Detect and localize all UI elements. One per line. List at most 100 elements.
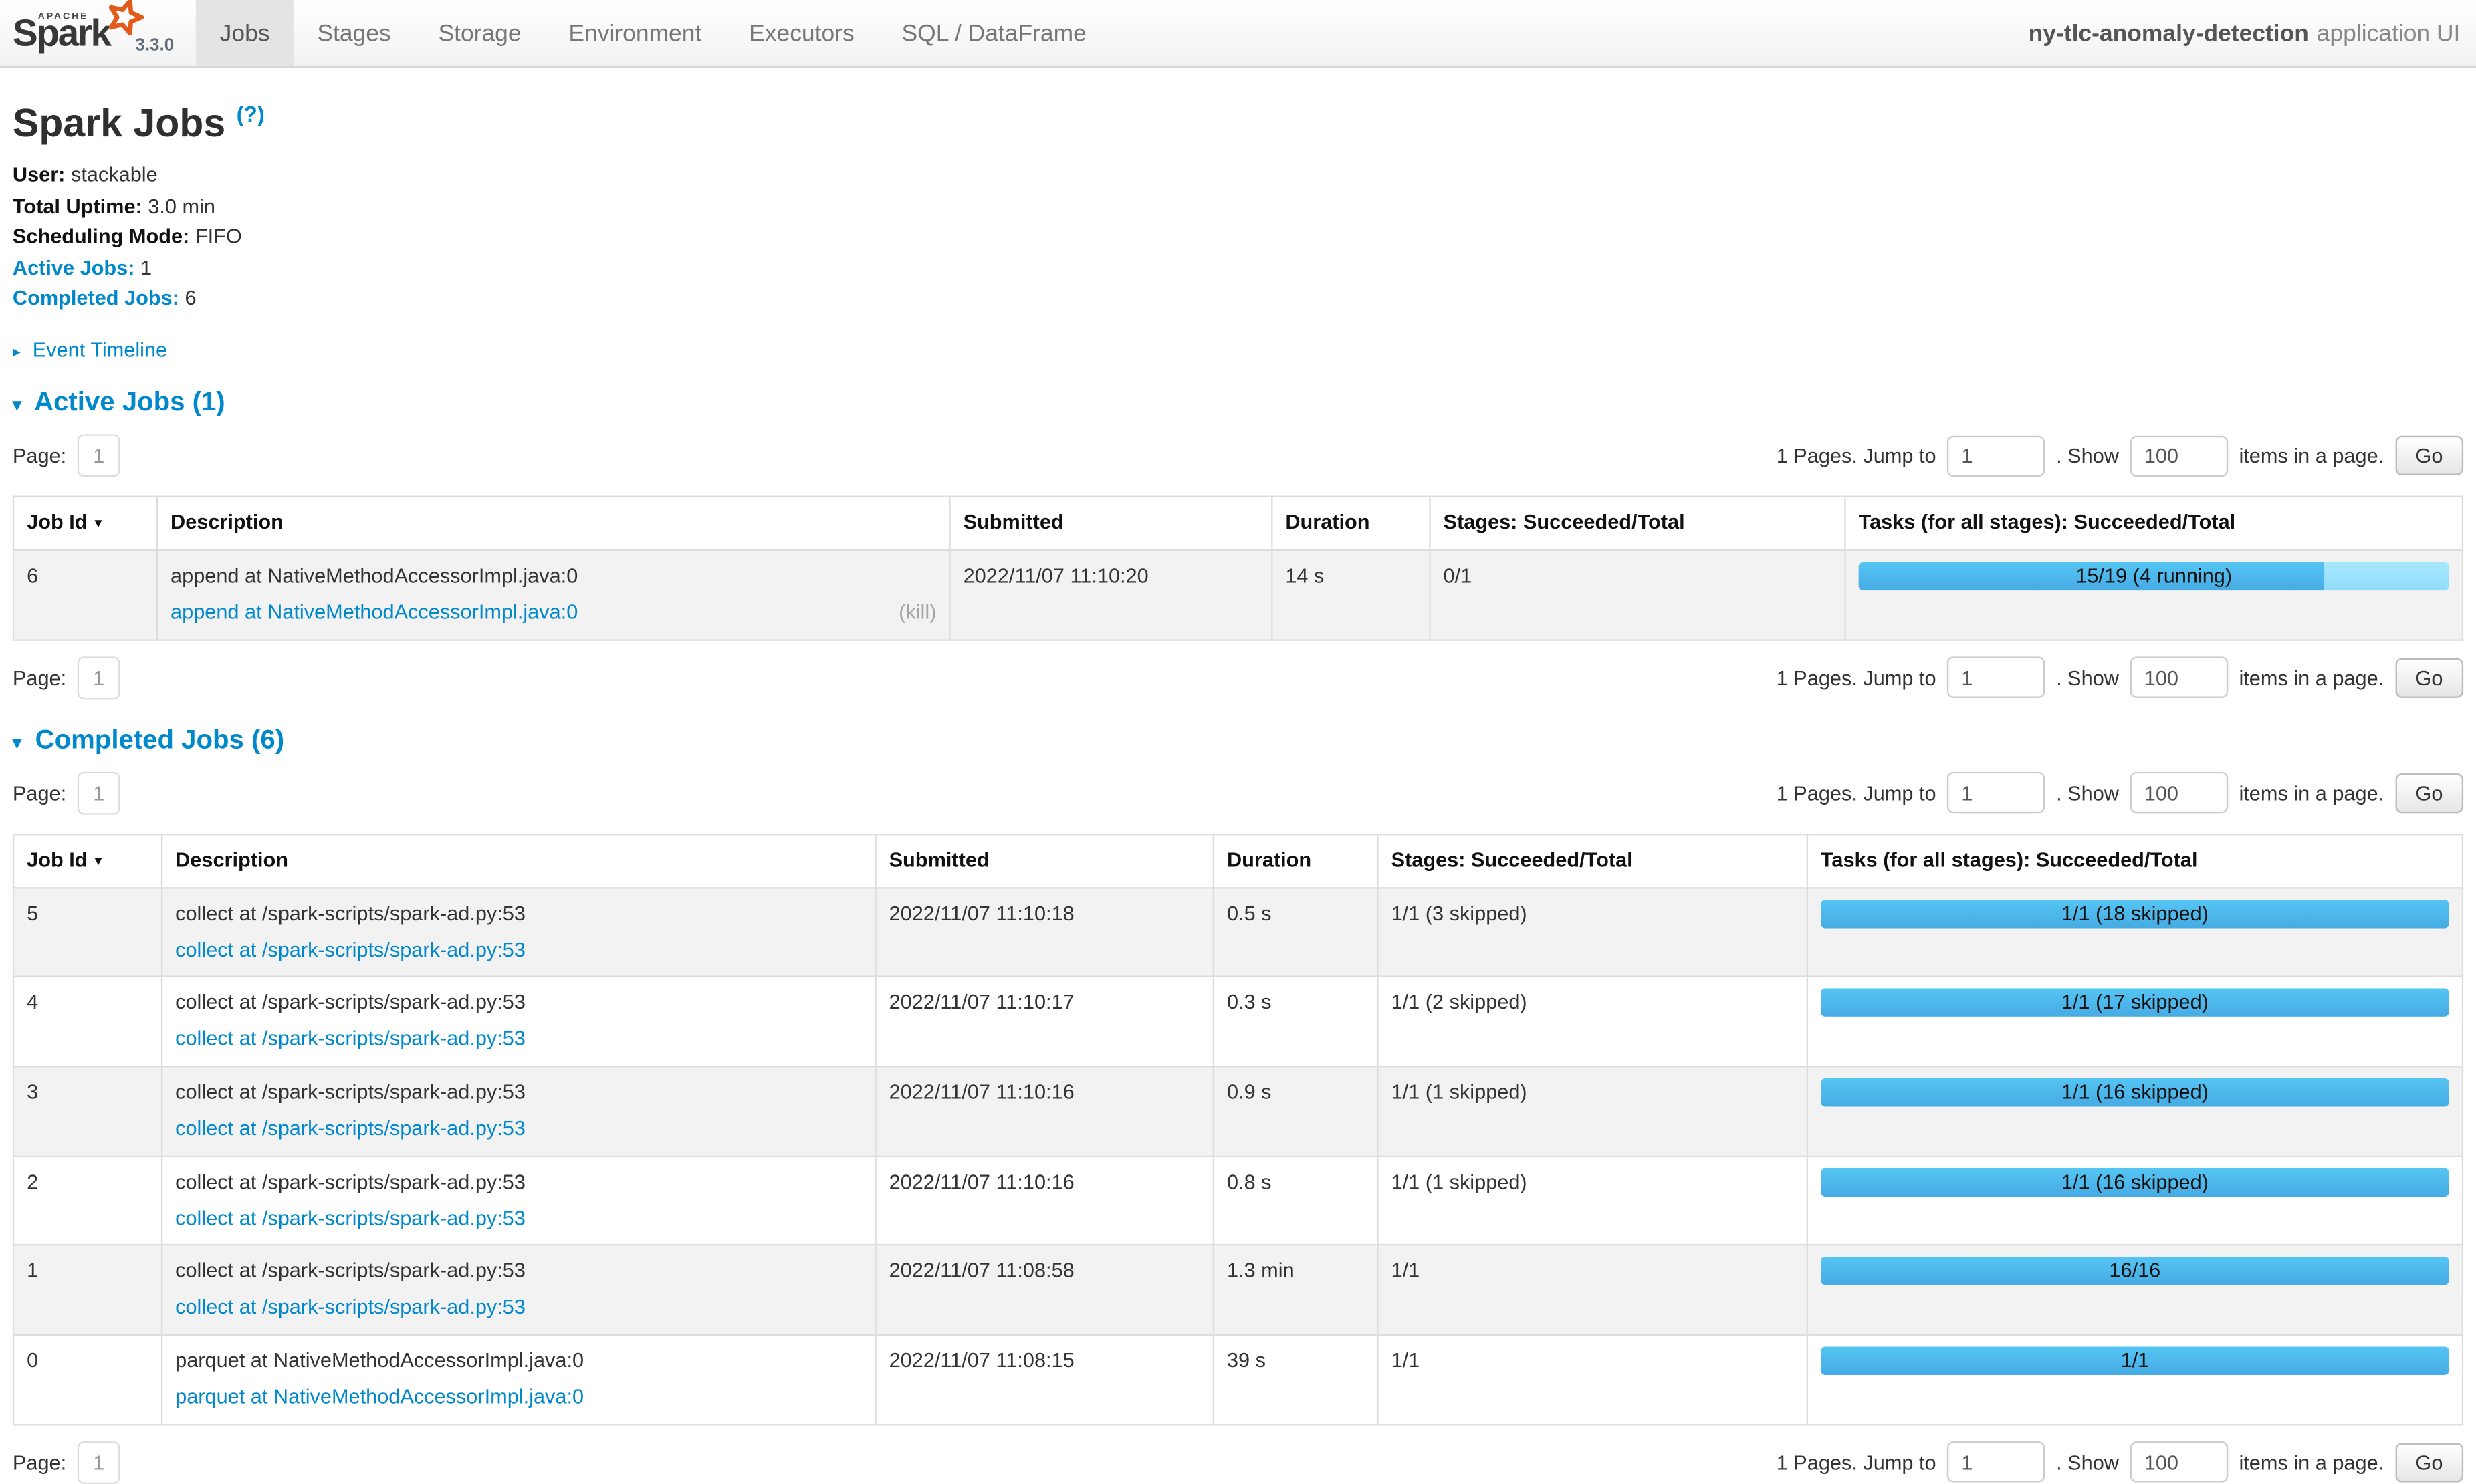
page-label: Page: (13, 444, 66, 467)
page-label: Page: (13, 781, 66, 805)
job-detail-link[interactable]: collect at /spark-scripts/spark-ad.py:53 (175, 1114, 526, 1144)
event-timeline-toggle[interactable]: ▸ Event Timeline (13, 338, 2463, 362)
page-title: Spark Jobs (?) (13, 93, 2463, 147)
description-cell: collect at /spark-scripts/spark-ad.py:53… (162, 1156, 875, 1245)
col-header-stages[interactable]: Stages: Succeeded/Total (1377, 834, 1807, 888)
items-per-page-input[interactable] (2130, 773, 2228, 814)
progress-label: 1/1 (1821, 1347, 2449, 1376)
job-detail-link[interactable]: collect at /spark-scripts/spark-ad.py:53 (175, 935, 526, 965)
page-label: Page: (13, 666, 66, 689)
description-text: append at NativeMethodAccessorImpl.java:… (171, 562, 936, 592)
job-detail-link[interactable]: parquet at NativeMethodAccessorImpl.java… (175, 1383, 584, 1413)
col-header-job-id[interactable]: Job Id▼ (13, 834, 162, 888)
current-page-button[interactable]: 1 (78, 771, 120, 814)
spark-brand: APACHE Spark 3.3.0 (0, 0, 196, 66)
job-detail-link[interactable]: append at NativeMethodAccessorImpl.java:… (171, 598, 578, 628)
active-jobs-pager-bottom: Page: 1 1 Pages. Jump to . Show items in… (13, 656, 2463, 699)
show-text: . Show (2056, 666, 2119, 689)
col-header-description[interactable]: Description (162, 834, 875, 888)
col-header-submitted[interactable]: Submitted (950, 497, 1272, 550)
job-detail-link[interactable]: collect at /spark-scripts/spark-ad.py:53 (175, 1025, 526, 1055)
summary-uptime: Total Uptime: 3.0 min (13, 194, 2463, 217)
description-cell: append at NativeMethodAccessorImpl.java:… (157, 550, 950, 640)
duration-cell: 0.3 s (1214, 977, 1378, 1067)
col-header-job-id[interactable]: Job Id▼ (13, 497, 157, 550)
table-row: 3 collect at /spark-scripts/spark-ad.py:… (13, 1066, 2463, 1156)
tasks-progress-bar: 1/1 (16 skipped) (1821, 1078, 2449, 1107)
items-per-page-input[interactable] (2130, 1442, 2228, 1483)
go-button[interactable]: Go (2395, 437, 2463, 476)
summary-active-jobs: Active Jobs: 1 (13, 255, 2463, 279)
completed-jobs-table: Job Id▼ Description Submitted Duration S… (13, 834, 2463, 1426)
col-header-duration[interactable]: Duration (1214, 834, 1378, 888)
spark-logo: APACHE Spark (13, 1, 136, 66)
job-detail-link[interactable]: collect at /spark-scripts/spark-ad.py:53 (175, 1204, 526, 1234)
summary-user: User: stackable (13, 163, 2463, 187)
description-cell: collect at /spark-scripts/spark-ad.py:53… (162, 888, 875, 977)
go-button[interactable]: Go (2395, 1443, 2463, 1482)
tab-storage[interactable]: Storage (415, 0, 545, 66)
col-header-submitted[interactable]: Submitted (876, 834, 1214, 888)
completed-jobs-pager-bottom: Page: 1 1 Pages. Jump to . Show items in… (13, 1441, 2463, 1484)
col-header-description[interactable]: Description (157, 497, 950, 550)
col-header-duration[interactable]: Duration (1272, 497, 1430, 550)
items-per-page-input[interactable] (2130, 435, 2228, 476)
progress-label: 1/1 (18 skipped) (1821, 899, 2449, 928)
completed-jobs-heading[interactable]: ▾ Completed Jobs (6) (13, 725, 2463, 756)
tasks-cell: 1/1 (18 skipped) (1807, 888, 2463, 977)
current-page-button[interactable]: 1 (78, 1441, 120, 1484)
pages-text: 1 Pages. Jump to (1777, 666, 1936, 689)
go-button[interactable]: Go (2395, 773, 2463, 813)
description-text: collect at /spark-scripts/spark-ad.py:53 (175, 1078, 862, 1108)
job-detail-link[interactable]: collect at /spark-scripts/spark-ad.py:53 (175, 1293, 526, 1324)
stages-cell: 1/1 (2 skipped) (1377, 977, 1807, 1067)
current-page-button[interactable]: 1 (78, 656, 120, 699)
tab-sql-dataframe[interactable]: SQL / DataFrame (878, 0, 1110, 66)
tab-executors[interactable]: Executors (725, 0, 878, 66)
nav-tabs: Jobs Stages Storage Environment Executor… (196, 0, 1110, 66)
show-text: . Show (2056, 444, 2119, 467)
items-per-page-input[interactable] (2130, 657, 2228, 698)
spark-star-icon (104, 0, 144, 38)
tab-jobs[interactable]: Jobs (196, 0, 294, 66)
spark-ui-jobs-page: APACHE Spark 3.3.0 Jobs Stages Storage E… (0, 0, 2476, 1296)
submitted-cell: 2022/11/07 11:10:20 (950, 550, 1272, 640)
active-jobs-link[interactable]: Active Jobs: (13, 255, 135, 279)
job-id-cell: 4 (13, 977, 162, 1067)
table-row: 5 collect at /spark-scripts/spark-ad.py:… (13, 888, 2463, 977)
completed-jobs-link[interactable]: Completed Jobs: (13, 286, 179, 310)
pages-text: 1 Pages. Jump to (1777, 1451, 1936, 1474)
pages-text: 1 Pages. Jump to (1777, 781, 1936, 805)
jump-to-page-input[interactable] (1947, 435, 2045, 476)
submitted-cell: 2022/11/07 11:10:16 (876, 1066, 1214, 1156)
tasks-progress-bar: 1/1 (18 skipped) (1821, 899, 2449, 928)
jump-to-page-input[interactable] (1947, 657, 2045, 698)
tasks-progress-bar: 15/19 (4 running) (1859, 562, 2449, 591)
current-page-button[interactable]: 1 (78, 435, 120, 477)
help-link[interactable]: (?) (237, 101, 265, 126)
col-header-tasks[interactable]: Tasks (for all stages): Succeeded/Total (1845, 497, 2463, 550)
tasks-progress-bar: 1/1 (17 skipped) (1821, 989, 2449, 1017)
summary-scheduling-mode: Scheduling Mode: FIFO (13, 225, 2463, 248)
jump-to-page-input[interactable] (1947, 1442, 2045, 1483)
tasks-progress-bar: 1/1 (1821, 1347, 2449, 1376)
active-jobs-heading[interactable]: ▾ Active Jobs (1) (13, 387, 2463, 418)
duration-cell: 1.3 min (1214, 1245, 1378, 1335)
tab-environment[interactable]: Environment (545, 0, 725, 66)
items-text: items in a page. (2239, 444, 2384, 467)
tasks-cell: 16/16 (1807, 1245, 2463, 1335)
go-button[interactable]: Go (2395, 658, 2463, 697)
col-header-stages[interactable]: Stages: Succeeded/Total (1430, 497, 1845, 550)
jump-to-page-input[interactable] (1947, 773, 2045, 814)
application-title: ny-tlc-anomaly-detection application UI (2029, 0, 2476, 66)
description-text: collect at /spark-scripts/spark-ad.py:53 (175, 989, 862, 1019)
tab-stages[interactable]: Stages (294, 0, 415, 66)
job-id-cell: 5 (13, 888, 162, 977)
stages-cell: 1/1 (1377, 1335, 1807, 1425)
progress-label: 1/1 (16 skipped) (1821, 1168, 2449, 1197)
kill-link[interactable]: (kill) (899, 598, 936, 628)
duration-cell: 39 s (1214, 1335, 1378, 1425)
sort-desc-icon: ▼ (92, 854, 105, 868)
col-header-tasks[interactable]: Tasks (for all stages): Succeeded/Total (1807, 834, 2463, 888)
progress-label: 15/19 (4 running) (1859, 562, 2449, 591)
